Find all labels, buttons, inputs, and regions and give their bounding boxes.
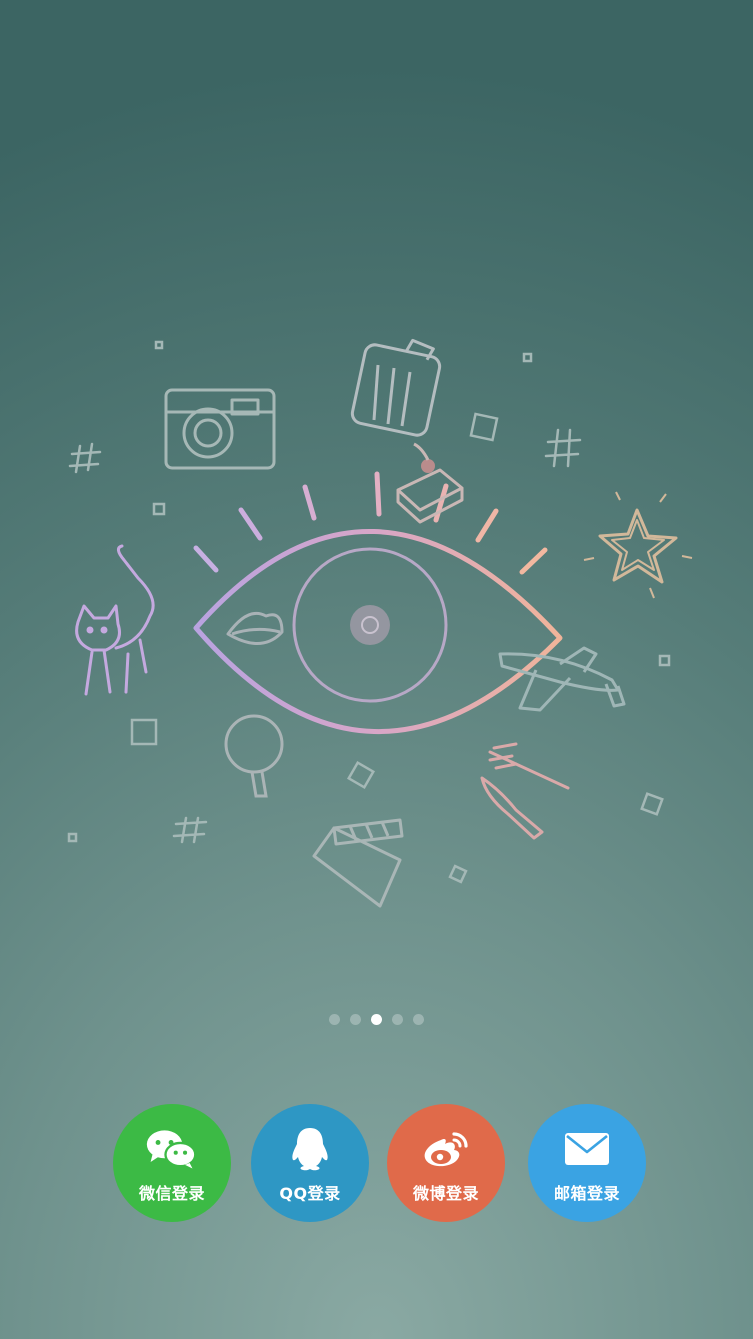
cutlery-doodle [480, 742, 570, 840]
qq-login-label: QQ登录 [279, 1184, 341, 1203]
envelope-icon [560, 1126, 614, 1172]
cat-doodle [75, 544, 155, 696]
weibo-login-button[interactable]: 微博登录 [387, 1104, 505, 1222]
plane-doodle [498, 646, 626, 712]
eyelashes [193, 471, 548, 575]
cake-doodle [396, 442, 464, 524]
page-dot-active[interactable] [371, 1014, 382, 1025]
page-dot[interactable] [329, 1014, 340, 1025]
page-indicator [0, 1014, 753, 1025]
wechat-login-label: 微信登录 [138, 1184, 205, 1203]
lips-doodle [226, 611, 284, 645]
page-dot[interactable] [350, 1014, 361, 1025]
email-login-button[interactable]: 邮箱登录 [528, 1104, 646, 1222]
eye-doodle-illustration [67, 338, 693, 908]
weibo-icon [419, 1126, 473, 1172]
page-dot[interactable] [392, 1014, 403, 1025]
page-dot[interactable] [413, 1014, 424, 1025]
hash-doodles [68, 428, 582, 844]
qq-login-button[interactable]: QQ登录 [251, 1104, 369, 1222]
email-login-label: 邮箱登录 [553, 1184, 620, 1203]
suitcase-doodle [350, 338, 442, 437]
weibo-login-label: 微博登录 [412, 1184, 479, 1203]
wechat-icon [145, 1126, 199, 1172]
clapperboard-doodle [312, 818, 404, 908]
qq-penguin-icon [283, 1126, 337, 1172]
wechat-login-button[interactable]: 微信登录 [113, 1104, 231, 1222]
star-doodle [583, 491, 693, 599]
magnifier-doodle [224, 714, 284, 798]
eye-pupil [350, 605, 390, 645]
social-login-row: 微信登录 QQ登录 微博登录 邮箱登录 [0, 1104, 753, 1222]
camera-doodle [164, 388, 276, 470]
